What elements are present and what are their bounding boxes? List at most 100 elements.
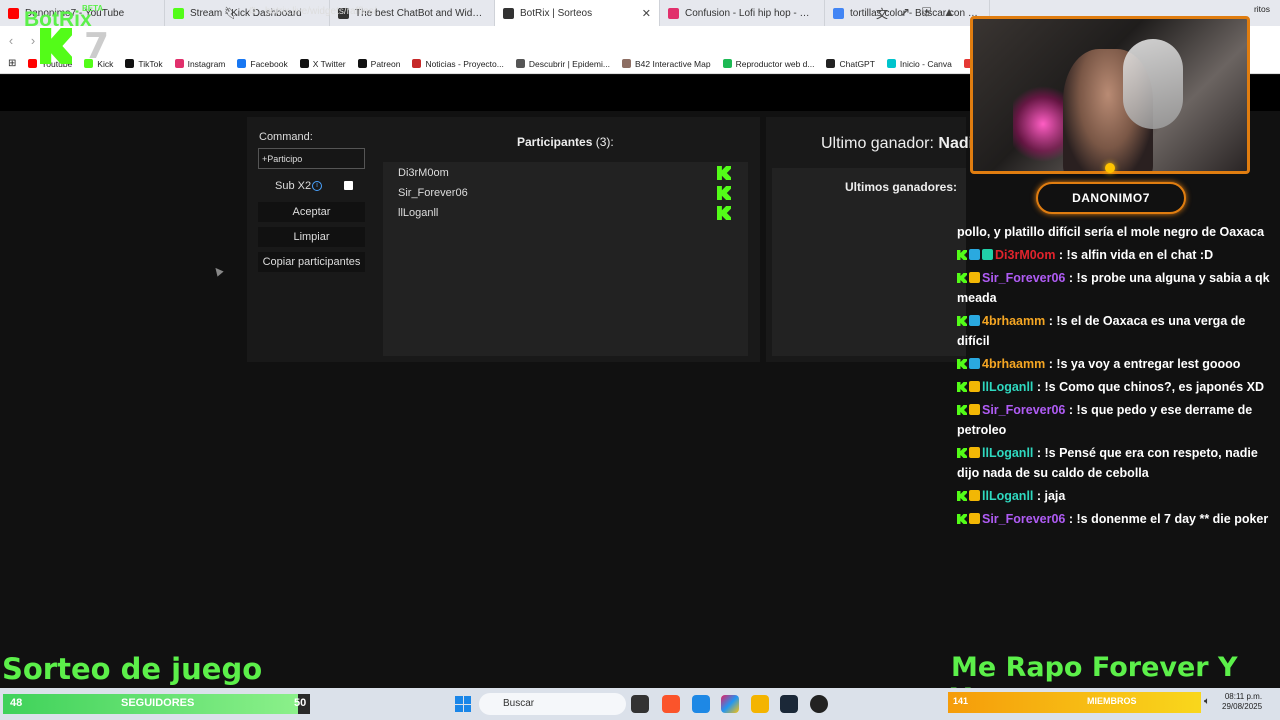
accept-button[interactable]: Aceptar: [258, 202, 365, 222]
crown-badge-icon: [969, 490, 980, 501]
info-icon[interactable]: i: [312, 181, 322, 191]
bookmark-item[interactable]: Noticias - Proyecto...: [412, 59, 504, 69]
steam-icon[interactable]: [780, 695, 798, 713]
bookmark-item[interactable]: Patreon: [357, 58, 401, 69]
bookmark-item[interactable]: Descubrir | Epidemi...: [515, 58, 610, 69]
kick-badge-icon: [957, 514, 967, 524]
bookmark-item[interactable]: ChatGPT: [826, 58, 875, 69]
back-icon[interactable]: ‹: [0, 33, 22, 48]
command-input[interactable]: [258, 148, 365, 169]
tab-favicon-icon: [8, 7, 19, 19]
bookmark-item[interactable]: Facebook: [237, 59, 288, 69]
bookmarks-more[interactable]: ritos: [1254, 4, 1270, 14]
bookmark-item[interactable]: Inicio - Canva: [886, 58, 952, 69]
participant-name: Sir_Forever06: [398, 187, 468, 199]
chat-username[interactable]: llLoganll: [982, 380, 1033, 394]
beta-badge: BETA: [82, 4, 104, 13]
crown-badge-icon: [969, 272, 980, 283]
chat-message: Sir_Forever06 : !s probe una alguna y sa…: [957, 268, 1280, 308]
clear-button[interactable]: Limpiar: [258, 227, 365, 247]
kick-badge-icon: [957, 359, 967, 369]
chat-text: pollo, y platillo difícil sería el mole …: [957, 225, 1265, 239]
bookmark-favicon-icon: [722, 59, 732, 68]
bookmark-favicon-icon: [174, 59, 184, 68]
app-icon[interactable]: [692, 695, 710, 713]
bookmark-favicon-icon: [886, 59, 896, 68]
sub-x2-checkbox[interactable]: [344, 181, 353, 190]
mouse-cursor-icon: [212, 265, 224, 277]
translate-icon[interactable]: 文: [876, 5, 888, 22]
brave-browser-icon[interactable]: [662, 695, 680, 713]
url-text[interactable]: botrix.live/widgets/raffles/: [265, 6, 377, 17]
bookmark-item[interactable]: X Twitter: [299, 59, 346, 69]
copilot-icon[interactable]: [721, 695, 739, 713]
last-winners-title: Ultimos ganadores:: [845, 180, 958, 194]
bookmark-label: ChatGPT: [839, 58, 875, 69]
address-actions: 文 ↗ ⛨ ▲: [876, 5, 955, 22]
bookmark-favicon-icon: [357, 59, 367, 68]
taskbar-clock[interactable]: 08:11 p.m. 29/08/2025: [1222, 692, 1262, 712]
sub-x2-label: Sub X2: [275, 180, 312, 192]
crown-badge-icon: [969, 381, 980, 392]
tab-favicon-icon: [503, 7, 514, 19]
share-icon[interactable]: ↗: [900, 5, 910, 22]
kick-badge-icon: [957, 491, 967, 501]
chat-username[interactable]: Sir_Forever06: [982, 403, 1065, 417]
webcam-overlay: [970, 16, 1250, 174]
browser-tab[interactable]: BotRix | Sorteos ✕: [495, 0, 660, 26]
close-tab-icon[interactable]: ✕: [642, 7, 651, 20]
task-view-icon[interactable]: [631, 695, 649, 713]
last-winners-list: [772, 168, 966, 356]
chat-text: : !s donenme el 7 day ** die poker: [1065, 512, 1269, 526]
site-settings-icon[interactable]: ⚙︎: [248, 6, 257, 17]
bookmark-icon[interactable]: 🔖︎: [224, 6, 239, 20]
file-explorer-icon[interactable]: [751, 695, 769, 713]
chat-message: Di3rM0om : !s alfin vida en el chat :D: [957, 245, 1280, 265]
speaker-icon[interactable]: 🔈︎: [1204, 696, 1210, 707]
bookmark-label: Inicio - Canva: [899, 58, 952, 69]
chat-username[interactable]: llLoganll: [982, 446, 1033, 460]
bookmark-label: Patreon: [370, 58, 401, 69]
bookmark-favicon-icon: [299, 59, 309, 68]
kick-badge-icon: [957, 382, 967, 392]
bookmark-item[interactable]: B42 Interactive Map: [621, 58, 711, 69]
tab-favicon-icon: [173, 7, 184, 19]
participants-title: Participantes (3):: [517, 135, 614, 149]
bookmark-item[interactable]: Reproductor web d...: [722, 58, 815, 69]
shield-icon[interactable]: ⛨: [922, 5, 931, 22]
chat-username[interactable]: 4brhaamm: [982, 314, 1045, 328]
chat-text: : jaja: [1033, 489, 1066, 503]
chat-username[interactable]: llLoganll: [982, 489, 1033, 503]
bookmark-favicon-icon: [125, 59, 135, 68]
taskbar-search[interactable]: Buscar: [479, 693, 626, 715]
chat-text: : !s Como que chinos?, es japonés XD: [1033, 380, 1264, 394]
last-winner-title: Ultimo ganador: Nadi: [821, 135, 974, 152]
followers-goal: 50: [294, 697, 307, 709]
bookmark-label: TikTok: [138, 58, 163, 69]
participant-name: Di3rM0om: [398, 167, 449, 179]
obs-icon[interactable]: [810, 695, 828, 713]
bookmark-label: Reproductor web d...: [735, 58, 815, 69]
chat-username[interactable]: Di3rM0om: [995, 248, 1055, 262]
bookmark-label: Descubrir | Epidemi...: [528, 58, 610, 69]
bookmark-favicon-icon: [515, 59, 525, 68]
warning-icon[interactable]: ▲: [943, 5, 955, 22]
chat-username[interactable]: Sir_Forever06: [982, 271, 1065, 285]
browser-tab[interactable]: Confusion - Lofi hip hop - Músic: [660, 0, 825, 26]
bookmark-favicon-icon: [621, 59, 631, 68]
streamer-name-badge: DANONIMO7: [1036, 182, 1186, 214]
bookmark-item[interactable]: Instagram: [174, 59, 225, 69]
bookmark-item[interactable]: TikTok: [125, 58, 163, 69]
chat-badge-icon: [969, 358, 980, 369]
copy-participants-button[interactable]: Copiar participantes: [258, 252, 365, 272]
chat-text: : !s ya voy a entregar lest goooo: [1045, 357, 1241, 371]
kick-badge-icon: [957, 316, 967, 326]
chat-username[interactable]: 4brhaamm: [982, 357, 1045, 371]
windows-start-icon[interactable]: [455, 696, 471, 712]
members-label: MIEMBROS: [1087, 696, 1137, 706]
chat-username[interactable]: Sir_Forever06: [982, 512, 1065, 526]
bookmark-label: B42 Interactive Map: [634, 58, 711, 69]
url-field[interactable]: ⚙︎ botrix.live/widgets/raffles/: [248, 6, 377, 17]
apps-icon[interactable]: ⊞: [8, 58, 16, 69]
bookmark-favicon-icon: [412, 59, 422, 68]
